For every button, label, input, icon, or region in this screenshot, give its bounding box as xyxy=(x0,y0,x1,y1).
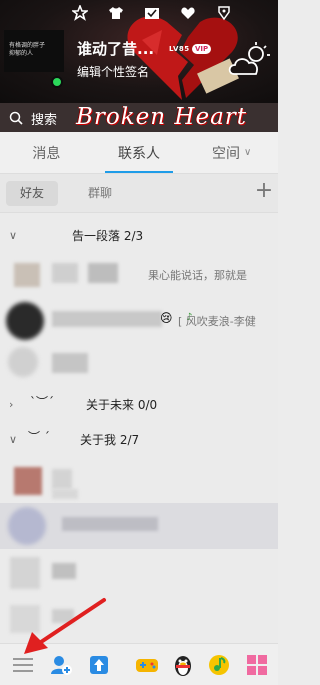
menu-icon[interactable] xyxy=(10,652,36,678)
tab-space[interactable]: 空间 ∨ xyxy=(185,132,278,173)
game-icon[interactable] xyxy=(134,652,160,678)
contact-name xyxy=(52,311,162,327)
add-icon[interactable]: + xyxy=(253,180,275,202)
level-badge[interactable]: LV85 xyxy=(169,45,190,53)
avatar xyxy=(14,467,42,495)
contact-status: 果心能说话，那就是 xyxy=(148,269,247,282)
main-tabs: 消息 联系人 空间 ∨ xyxy=(0,132,278,173)
shirt-icon[interactable] xyxy=(106,3,125,22)
nickname[interactable]: 谁动了昔... xyxy=(77,38,154,59)
banner-text: Broken Heart xyxy=(76,104,248,130)
online-status-icon[interactable] xyxy=(51,76,63,88)
vip-badge[interactable]: VIP xyxy=(192,44,212,54)
tab-label: 消息 xyxy=(32,145,61,162)
top-icon-bar xyxy=(70,3,233,22)
emoji-icon: 😢 xyxy=(160,311,173,325)
signature[interactable]: 编辑个性签名 xyxy=(77,63,149,80)
group-header-1[interactable]: ∨ 告一段落 2/3 xyxy=(0,220,278,250)
list-item[interactable] xyxy=(0,553,278,597)
tab-contacts[interactable]: 联系人 xyxy=(93,132,186,173)
skin-icon[interactable] xyxy=(214,3,233,22)
avatar xyxy=(8,507,46,545)
star-icon[interactable] xyxy=(70,3,89,22)
search-label: 搜索 xyxy=(31,113,58,128)
avatar xyxy=(10,605,40,633)
add-friend-icon[interactable] xyxy=(48,652,74,678)
contact-status xyxy=(52,489,78,499)
contact-name xyxy=(62,517,158,531)
list-item[interactable] xyxy=(0,503,278,549)
group-name: 关于我 2/7 xyxy=(80,433,140,447)
apps-icon[interactable] xyxy=(244,652,270,678)
avatar[interactable]: 有格调的胖子 抑郁的人 xyxy=(4,30,64,72)
list-item[interactable] xyxy=(0,597,278,641)
chevron-down-icon: ∨ xyxy=(9,433,18,446)
avatar xyxy=(14,263,40,287)
subtab-friends[interactable]: 好友 xyxy=(6,181,59,206)
contact-name xyxy=(52,263,78,283)
profile-header: 有格调的胖子 抑郁的人 谁动了昔... LV85 VIP 编辑个性签名 xyxy=(0,0,278,103)
contact-name xyxy=(52,353,88,373)
cloud-sun-icon[interactable] xyxy=(228,42,272,78)
mail-icon[interactable] xyxy=(142,3,161,22)
tab-messages[interactable]: 消息 xyxy=(0,132,93,173)
avatar xyxy=(10,557,40,589)
list-item[interactable] xyxy=(0,343,278,387)
tab-label: 联系人 xyxy=(118,145,160,162)
music-icon[interactable] xyxy=(206,652,232,678)
group-header-2[interactable]: › ˋ︶ˊ 关于未来 0/0 xyxy=(0,389,278,419)
search-icon xyxy=(9,111,23,125)
contact-name xyxy=(52,469,72,489)
group-emoticon: ˋ︶ˊ xyxy=(30,395,55,409)
contact-subtabs: 好友 群聊 + xyxy=(0,173,278,213)
group-name: 关于未来 0/0 xyxy=(86,398,158,412)
upload-icon[interactable] xyxy=(86,652,112,678)
list-item[interactable]: 果心能说话，那就是 xyxy=(0,253,278,297)
chevron-right-icon: › xyxy=(9,398,14,411)
group-emoticon: ︶ ˊ xyxy=(28,430,50,444)
contact-name xyxy=(88,263,118,283)
list-item[interactable] xyxy=(0,461,278,505)
penguin-icon[interactable] xyxy=(170,652,196,678)
tab-label: 空间 xyxy=(212,145,241,162)
avatar xyxy=(8,347,38,377)
contact-status: [ 风吹麦浪-李健 xyxy=(178,315,256,328)
group-name: 告一段落 2/3 xyxy=(72,229,144,243)
group-header-3[interactable]: ∨ ︶ ˊ 关于我 2/7 xyxy=(0,424,278,454)
chevron-down-icon: ∨ xyxy=(244,147,252,158)
contact-name xyxy=(52,609,74,623)
subtab-groups[interactable]: 群聊 xyxy=(74,181,126,206)
chevron-down-icon: ∨ xyxy=(9,229,18,242)
avatar xyxy=(6,302,44,340)
heart-icon[interactable] xyxy=(178,3,197,22)
contact-name xyxy=(52,563,76,579)
bottom-toolbar xyxy=(0,643,278,685)
contact-list[interactable]: ∨ 告一段落 2/3 果心能说话，那就是 😢 ♪ [ 风吹麦浪-李健 › ˋ︶ˊ… xyxy=(0,213,278,643)
list-item[interactable]: 😢 ♪ [ 风吹麦浪-李健 xyxy=(0,299,278,343)
